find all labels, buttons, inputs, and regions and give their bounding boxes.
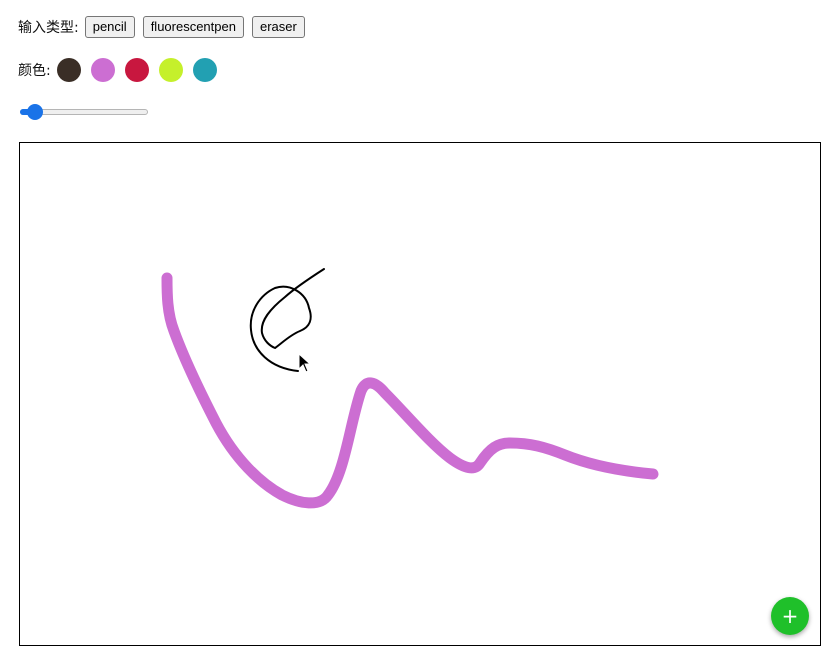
input-type-row: 输入类型: pencil fluorescentpen eraser — [18, 16, 313, 38]
color-swatch-dark-brown[interactable] — [56, 58, 81, 82]
color-swatch-teal[interactable] — [192, 58, 217, 82]
canvas-drawing-surface — [161, 268, 659, 509]
eraser-button[interactable]: eraser — [251, 16, 305, 38]
stroke-width-row — [20, 101, 148, 123]
fluorescent-stroke — [161, 272, 659, 509]
input-type-label: 输入类型: — [18, 20, 79, 36]
color-swatch-orchid[interactable] — [90, 58, 115, 82]
add-button[interactable]: + — [771, 597, 809, 635]
color-swatch-lime[interactable] — [158, 58, 183, 82]
color-swatch-crimson[interactable] — [124, 58, 149, 82]
plus-icon: + — [781, 604, 799, 628]
drawing-canvas[interactable] — [19, 142, 821, 646]
stroke-width-slider[interactable] — [20, 101, 148, 123]
mouse-cursor-icon — [298, 352, 312, 373]
fluorescentpen-button[interactable]: fluorescentpen — [142, 16, 244, 38]
color-label: 颜色: — [18, 63, 51, 79]
color-row: 颜色: — [18, 57, 227, 83]
slider-thumb[interactable] — [26, 104, 43, 120]
pencil-button[interactable]: pencil — [84, 16, 135, 38]
pencil-stroke — [249, 268, 325, 372]
